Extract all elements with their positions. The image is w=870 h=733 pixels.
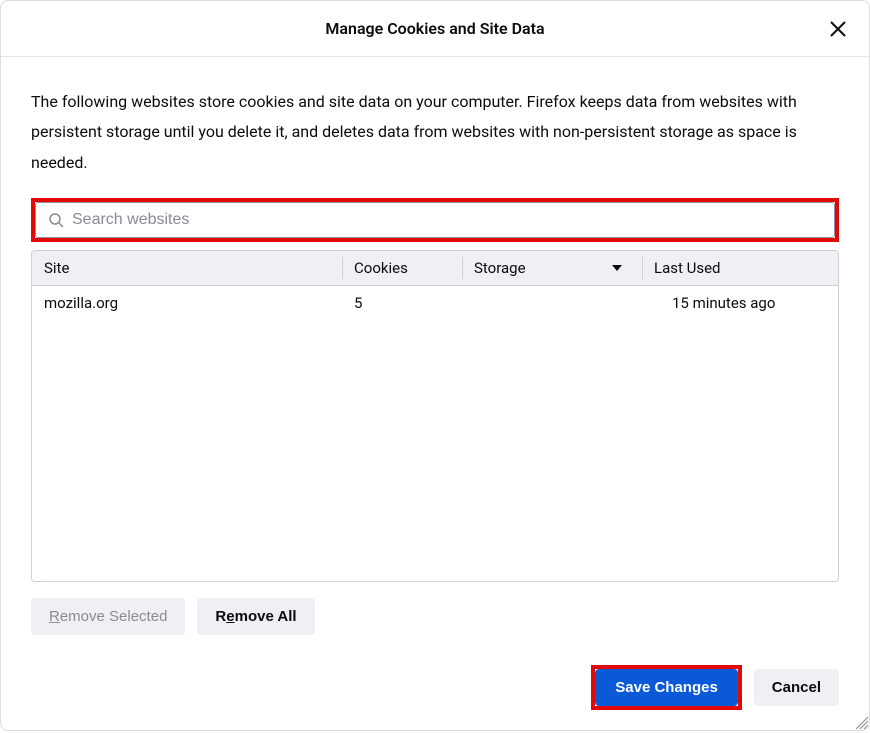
column-lastused[interactable]: Last Used: [642, 251, 838, 285]
close-icon[interactable]: [827, 18, 849, 40]
save-highlight: Save Changes: [591, 665, 742, 710]
column-site[interactable]: Site: [32, 251, 342, 285]
manage-cookies-dialog: Manage Cookies and Site Data The followi…: [0, 0, 870, 731]
search-highlight: [31, 198, 839, 242]
cancel-button[interactable]: Cancel: [754, 669, 839, 706]
table-body: mozilla.org 5 15 minutes ago: [32, 286, 838, 581]
cell-storage: [462, 286, 642, 320]
search-box[interactable]: [35, 202, 835, 238]
table-header: Site Cookies Storage Last Used: [32, 251, 838, 286]
dialog-title: Manage Cookies and Site Data: [325, 19, 544, 38]
column-cookies[interactable]: Cookies: [342, 251, 462, 285]
action-row: Remove Selected Remove All: [31, 598, 839, 635]
search-icon: [48, 212, 64, 228]
description-text: The following websites store cookies and…: [31, 87, 839, 178]
cookies-table: Site Cookies Storage Last Used mozilla.o…: [31, 250, 839, 582]
search-input[interactable]: [72, 211, 822, 229]
cell-site: mozilla.org: [32, 286, 342, 320]
resize-grip-icon[interactable]: [852, 713, 868, 729]
dialog-header: Manage Cookies and Site Data: [1, 1, 869, 57]
column-storage[interactable]: Storage: [462, 251, 642, 285]
dialog-footer: Save Changes Cancel: [1, 665, 869, 730]
table-row[interactable]: mozilla.org 5 15 minutes ago: [32, 286, 838, 320]
remove-all-button[interactable]: Remove All: [197, 598, 314, 635]
save-button[interactable]: Save Changes: [595, 669, 738, 706]
dialog-content: The following websites store cookies and…: [1, 57, 869, 665]
cell-cookies: 5: [342, 286, 462, 320]
remove-selected-button[interactable]: Remove Selected: [31, 598, 185, 635]
column-storage-label: Storage: [474, 259, 526, 277]
sort-indicator-icon: [612, 265, 622, 271]
cell-lastused: 15 minutes ago: [642, 286, 838, 320]
